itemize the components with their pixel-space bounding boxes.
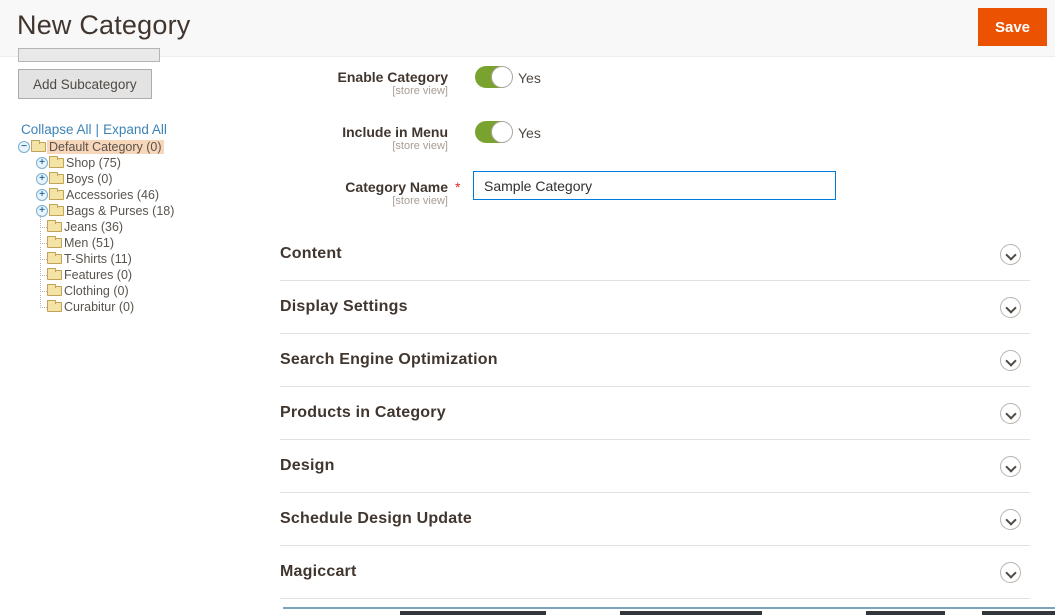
tree-node-label[interactable]: Default Category (0) [47, 140, 164, 154]
folder-icon [47, 286, 62, 296]
toggle-knob [491, 121, 513, 143]
folder-icon [47, 238, 62, 248]
category-tree: − Default Category (0) + Shop (75) + Boy… [18, 139, 263, 315]
links-separator: | [96, 122, 100, 137]
chevron-down-icon[interactable] [1000, 509, 1021, 530]
folder-icon [47, 254, 62, 264]
tree-node-bags-purses[interactable]: + Bags & Purses (18) [18, 203, 263, 219]
clipped-text-fragment [866, 611, 945, 615]
section-title: Schedule Design Update [280, 510, 472, 528]
section-title: Magiccart [280, 563, 357, 581]
section-title: Search Engine Optimization [280, 351, 498, 369]
toggle-knob [491, 66, 513, 88]
category-name-label: Category Name [240, 179, 448, 195]
enable-category-value: Yes [518, 70, 541, 86]
folder-icon [31, 142, 46, 152]
folder-icon [47, 222, 62, 232]
collapse-all-link[interactable]: Collapse All [21, 122, 92, 137]
folder-icon [47, 302, 62, 312]
clipped-divider [283, 607, 1055, 609]
chevron-down-icon[interactable] [1000, 297, 1021, 318]
page-title: New Category [17, 10, 190, 41]
chevron-down-icon[interactable] [1000, 350, 1021, 371]
folder-icon [49, 190, 64, 200]
tree-node-jeans[interactable]: Jeans (36) [18, 219, 263, 235]
accordion-sections: Content Display Settings Search Engine O… [280, 228, 1030, 599]
enable-category-toggle[interactable] [475, 66, 513, 88]
tree-node-curabitur[interactable]: Curabitur (0) [18, 299, 263, 315]
section-magiccart[interactable]: Magiccart [280, 546, 1030, 599]
category-name-scope: [store view] [240, 195, 448, 207]
section-products-in-category[interactable]: Products in Category [280, 387, 1030, 440]
tree-node-label[interactable]: Shop (75) [66, 156, 121, 170]
tree-node-label[interactable]: Features (0) [64, 268, 132, 282]
section-schedule-design-update[interactable]: Schedule Design Update [280, 493, 1030, 546]
clipped-text-fragment [620, 611, 762, 615]
tree-node-default-category[interactable]: − Default Category (0) [18, 139, 263, 155]
section-search-engine-optimization[interactable]: Search Engine Optimization [280, 334, 1030, 387]
tree-node-accessories[interactable]: + Accessories (46) [18, 187, 263, 203]
section-title: Design [280, 457, 335, 475]
section-title: Products in Category [280, 404, 446, 422]
tree-node-label[interactable]: Jeans (36) [64, 220, 123, 234]
expand-node-icon[interactable]: + [36, 173, 48, 185]
include-in-menu-toggle[interactable] [475, 121, 513, 143]
folder-icon [49, 158, 64, 168]
tree-node-label[interactable]: Accessories (46) [66, 188, 159, 202]
expand-node-icon[interactable]: + [36, 189, 48, 201]
section-title: Display Settings [280, 298, 408, 316]
expand-node-icon[interactable]: + [36, 205, 48, 217]
required-asterisk: * [455, 179, 460, 195]
section-title: Content [280, 245, 342, 263]
chevron-down-icon[interactable] [1000, 403, 1021, 424]
chevron-down-icon[interactable] [1000, 456, 1021, 477]
tree-node-label[interactable]: T-Shirts (11) [64, 252, 132, 266]
expand-node-icon[interactable]: + [36, 157, 48, 169]
section-display-settings[interactable]: Display Settings [280, 281, 1030, 334]
folder-icon [47, 270, 62, 280]
include-in-menu-label: Include in Menu [240, 124, 448, 140]
folder-icon [49, 174, 64, 184]
tree-node-men[interactable]: Men (51) [18, 235, 263, 251]
enable-category-scope: [store view] [240, 85, 448, 97]
tree-node-label[interactable]: Bags & Purses (18) [66, 204, 174, 218]
enable-category-label: Enable Category [240, 69, 448, 85]
tree-node-shop[interactable]: + Shop (75) [18, 155, 263, 171]
tree-links: Collapse All |Expand All [21, 122, 167, 137]
tree-node-boys[interactable]: + Boys (0) [18, 171, 263, 187]
section-content[interactable]: Content [280, 228, 1030, 281]
tree-node-clothing[interactable]: Clothing (0) [18, 283, 263, 299]
expand-all-link[interactable]: Expand All [103, 122, 167, 137]
section-design[interactable]: Design [280, 440, 1030, 493]
folder-icon [49, 206, 64, 216]
tree-node-features[interactable]: Features (0) [18, 267, 263, 283]
clipped-text-fragment [400, 611, 546, 615]
clipped-button-top[interactable] [18, 48, 160, 62]
clipped-footer-content [0, 606, 1055, 615]
chevron-down-icon[interactable] [1000, 562, 1021, 583]
tree-node-label[interactable]: Clothing (0) [64, 284, 129, 298]
include-in-menu-scope: [store view] [240, 140, 448, 152]
collapse-node-icon[interactable]: − [18, 141, 30, 153]
tree-node-label[interactable]: Curabitur (0) [64, 300, 134, 314]
clipped-text-fragment [982, 611, 1055, 615]
tree-node-label[interactable]: Men (51) [64, 236, 114, 250]
tree-node-label[interactable]: Boys (0) [66, 172, 113, 186]
save-button[interactable]: Save [978, 8, 1047, 46]
category-name-input[interactable] [473, 171, 836, 200]
include-in-menu-value: Yes [518, 125, 541, 141]
chevron-down-icon[interactable] [1000, 244, 1021, 265]
add-subcategory-button[interactable]: Add Subcategory [18, 69, 152, 99]
tree-node-tshirts[interactable]: T-Shirts (11) [18, 251, 263, 267]
